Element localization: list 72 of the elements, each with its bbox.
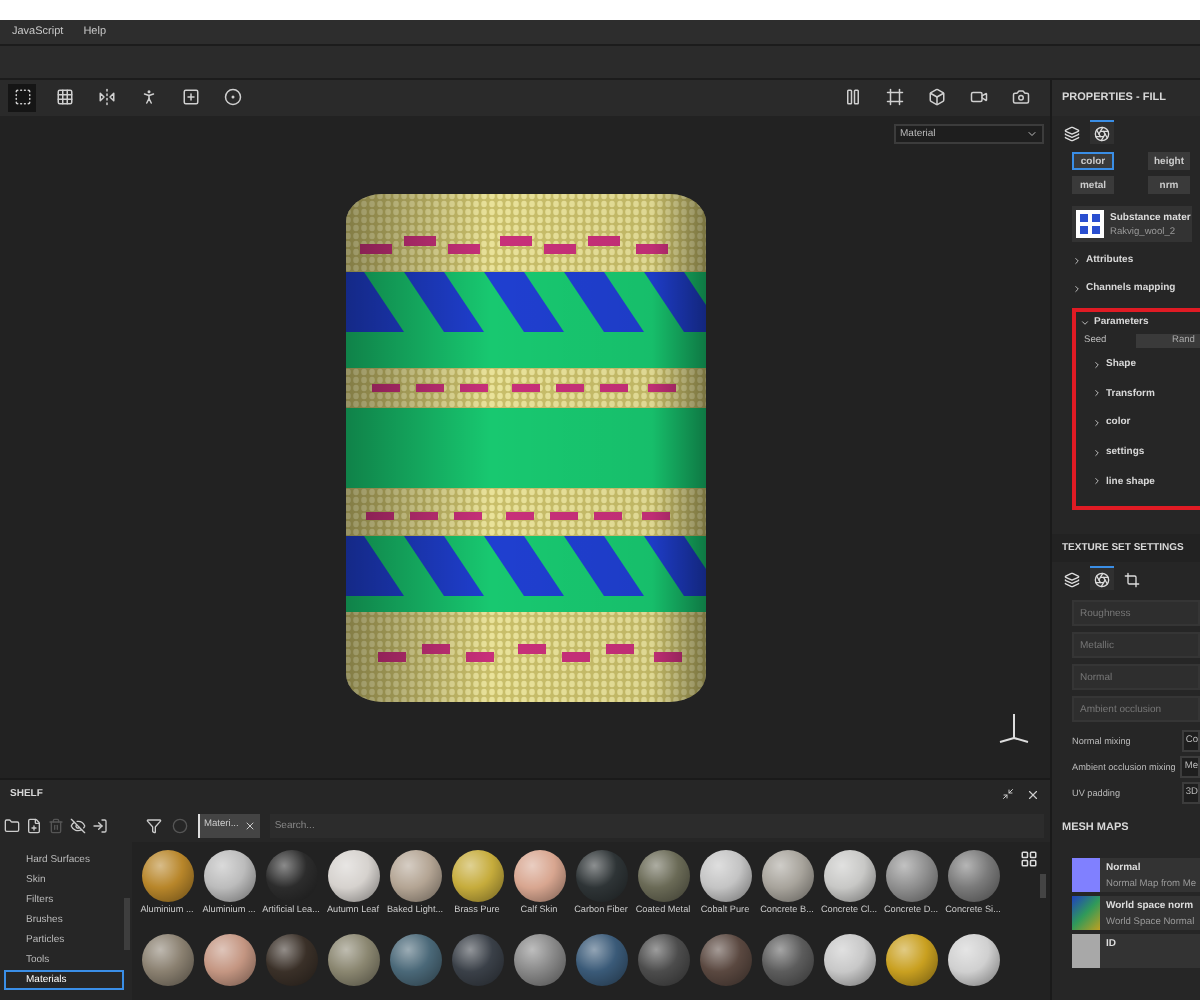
folder-button[interactable] (4, 817, 20, 834)
camera-icon (1011, 88, 1029, 107)
close-button[interactable] (1024, 786, 1040, 803)
close-icon (1025, 787, 1039, 802)
panel-tab[interactable] (1090, 566, 1114, 590)
aperture-icon (1094, 571, 1110, 587)
pause-icon (843, 88, 861, 107)
material-sphere[interactable] (389, 850, 441, 903)
chevron-right-icon (1072, 255, 1082, 265)
material-sphere[interactable] (761, 934, 813, 987)
mirror-icon (97, 88, 115, 107)
scrollbar[interactable] (1040, 874, 1046, 899)
close-icon[interactable] (244, 819, 257, 832)
material-sphere[interactable] (513, 934, 565, 987)
material-sphere[interactable] (761, 850, 813, 903)
new-file-button[interactable] (26, 817, 42, 834)
square-plus-icon (181, 88, 199, 107)
crop-icon (1124, 571, 1140, 587)
chevron-right-icon (1092, 417, 1102, 428)
filter-icon (146, 817, 162, 834)
folder-icon (4, 817, 20, 834)
grid-icon (1020, 850, 1038, 869)
toolbar-button[interactable] (8, 83, 36, 112)
material-grid-icon (1076, 210, 1104, 238)
figure-icon (139, 88, 157, 107)
file-plus-icon (26, 817, 42, 834)
grid-view-button[interactable] (1020, 850, 1038, 869)
chevron-right-icon (1092, 359, 1102, 370)
material-sphere[interactable] (637, 850, 689, 903)
trash-icon (48, 817, 64, 834)
aperture-icon (1094, 125, 1110, 141)
import-icon (92, 817, 108, 834)
chevron-right-icon (1092, 388, 1102, 399)
material-sphere[interactable] (885, 934, 937, 987)
material-sphere[interactable] (389, 934, 441, 987)
cube-icon (927, 88, 945, 107)
import-button[interactable] (92, 817, 108, 834)
material-sphere[interactable] (327, 850, 379, 903)
grid-icon (55, 88, 73, 107)
material-sphere[interactable] (141, 934, 193, 987)
material-sphere[interactable] (699, 850, 751, 903)
filter-button[interactable] (146, 817, 162, 834)
circle-dot-icon (223, 88, 241, 107)
eye-off-icon (70, 817, 86, 834)
chevron-right-icon (1072, 283, 1082, 293)
frame-icon (885, 88, 903, 107)
chevron-right-icon (1092, 476, 1102, 487)
material-sphere[interactable] (203, 850, 255, 903)
material-sphere[interactable] (451, 850, 503, 903)
material-sphere[interactable] (947, 850, 999, 903)
material-sphere[interactable] (823, 934, 875, 987)
material-sphere[interactable] (141, 850, 193, 903)
video-camera-icon (969, 88, 987, 107)
material-sphere[interactable] (823, 850, 875, 903)
chevron-down-icon (1026, 127, 1038, 140)
material-sphere[interactable] (203, 934, 255, 987)
chevron-right-icon (1092, 447, 1102, 458)
restore-button[interactable] (1000, 786, 1016, 803)
material-sphere[interactable] (513, 850, 565, 903)
restore-icon (1002, 788, 1014, 801)
material-sphere[interactable] (947, 934, 999, 987)
material-sphere[interactable] (575, 934, 627, 987)
material-sphere[interactable] (327, 934, 379, 987)
circle-icon (172, 817, 188, 834)
layers-icon (1064, 571, 1080, 587)
eye-off-button[interactable] (70, 817, 86, 834)
panel-tab[interactable] (1090, 120, 1114, 144)
layers-icon (1064, 125, 1080, 141)
material-sphere[interactable] (885, 850, 937, 903)
chevron-down-icon (1080, 317, 1090, 327)
selection-icon (13, 88, 31, 107)
axis-gizmo-icon (998, 710, 1030, 747)
